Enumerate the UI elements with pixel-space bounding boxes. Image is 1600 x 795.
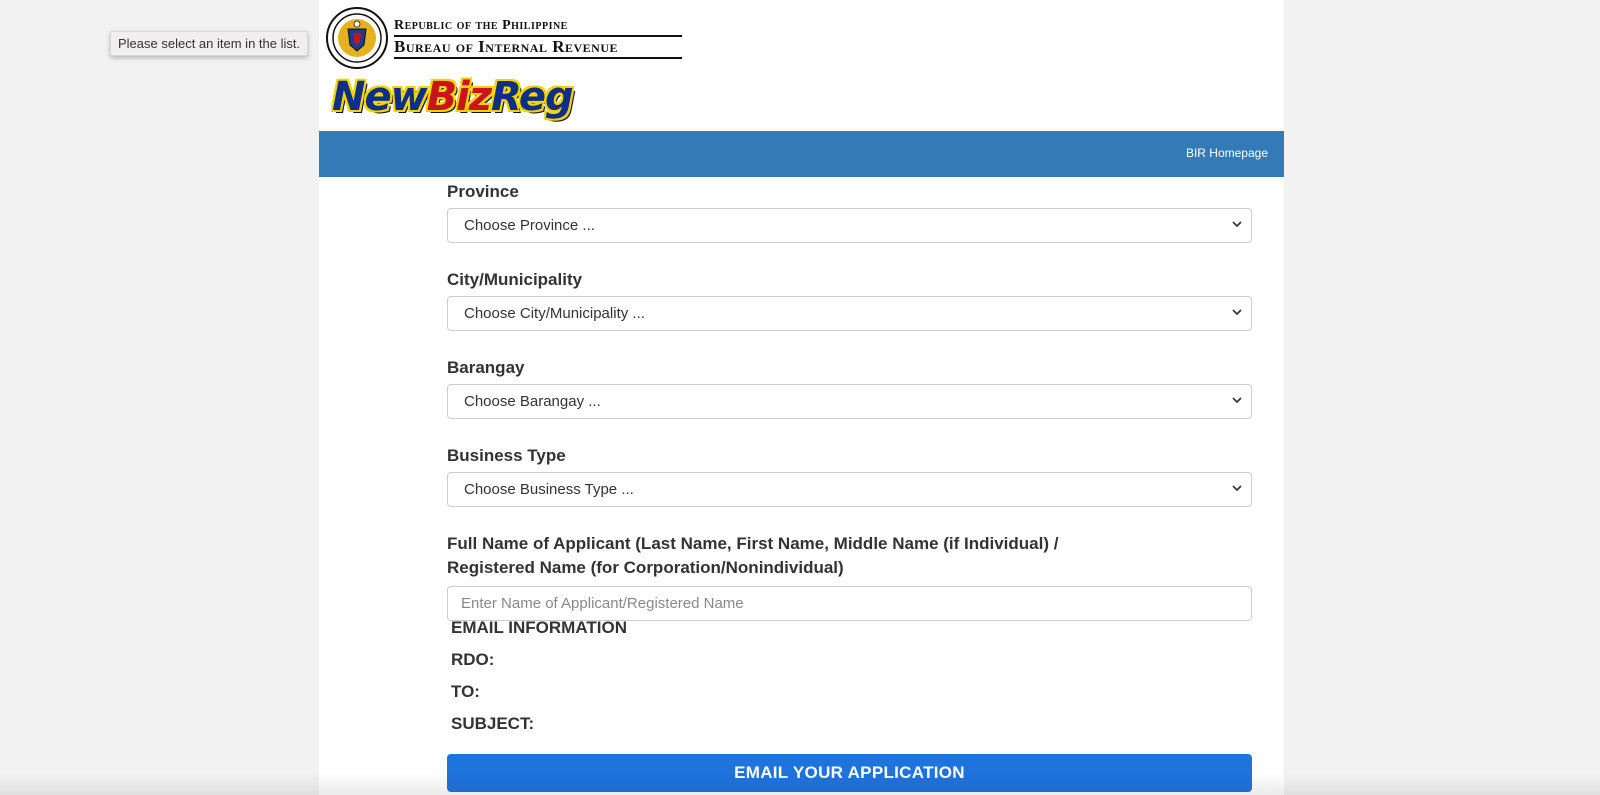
newbizreg-logo: NewBizReg — [332, 74, 574, 120]
business-type-group: Business Type Choose Business Type ... — [447, 444, 1252, 507]
email-information: EMAIL INFORMATION RDO: TO: SUBJECT: — [451, 612, 627, 740]
agency-name-line2: Bureau of Internal Revenue — [394, 37, 682, 59]
to-label: TO: — [451, 682, 480, 701]
applicant-group: Full Name of Applicant (Last Name, First… — [447, 532, 1252, 621]
rdo-label: RDO: — [451, 650, 495, 669]
city-group: City/Municipality Choose City/Municipali… — [447, 268, 1252, 331]
province-group: Province Choose Province ... — [447, 180, 1252, 243]
barangay-select[interactable]: Choose Barangay ... — [447, 384, 1252, 419]
city-select-value: Choose City/Municipality ... — [464, 305, 645, 322]
applicant-label-line1: Full Name of Applicant (Last Name, First… — [447, 534, 1059, 553]
logo-part-new: New — [332, 74, 428, 120]
applicant-name-placeholder: Enter Name of Applicant/Registered Name — [461, 595, 744, 612]
validation-tooltip: Please select an item in the list. — [110, 31, 309, 56]
province-select-value: Choose Province ... — [464, 217, 595, 234]
chevron-down-icon — [1232, 221, 1242, 228]
barangay-select-value: Choose Barangay ... — [464, 393, 601, 410]
barangay-group: Barangay Choose Barangay ... — [447, 356, 1252, 419]
chevron-down-icon — [1232, 485, 1242, 492]
bir-seal-icon — [326, 7, 388, 69]
agency-name-line1: Republic of the Philippine — [394, 18, 682, 37]
email-application-button[interactable]: EMAIL YOUR APPLICATION — [447, 754, 1252, 792]
applicant-label-line2: Registered Name (for Corporation/Nonindi… — [447, 558, 844, 577]
registration-form: Province Choose Province ... City/Munici… — [447, 180, 1252, 621]
agency-name: Republic of the Philippine Bureau of Int… — [394, 18, 682, 59]
city-label: City/Municipality — [447, 270, 583, 289]
city-select[interactable]: Choose City/Municipality ... — [447, 296, 1252, 331]
chevron-down-icon — [1232, 309, 1242, 316]
logo-part-biz: Biz — [426, 74, 492, 120]
business-type-select-value: Choose Business Type ... — [464, 481, 634, 498]
barangay-label: Barangay — [447, 358, 525, 377]
province-label: Province — [447, 182, 519, 201]
logo-part-reg: Reg — [491, 74, 574, 120]
subject-label: SUBJECT: — [451, 714, 535, 733]
chevron-down-icon — [1232, 397, 1242, 404]
province-select[interactable]: Choose Province ... — [447, 208, 1252, 243]
bir-homepage-link[interactable]: BIR Homepage — [1186, 146, 1268, 160]
page-container: Republic of the Philippine Bureau of Int… — [319, 0, 1284, 795]
navbar: BIR Homepage — [319, 131, 1284, 177]
business-type-select[interactable]: Choose Business Type ... — [447, 472, 1252, 507]
business-type-label: Business Type — [447, 446, 566, 465]
site-header: Republic of the Philippine Bureau of Int… — [319, 0, 1284, 131]
email-info-heading: EMAIL INFORMATION — [451, 618, 627, 637]
